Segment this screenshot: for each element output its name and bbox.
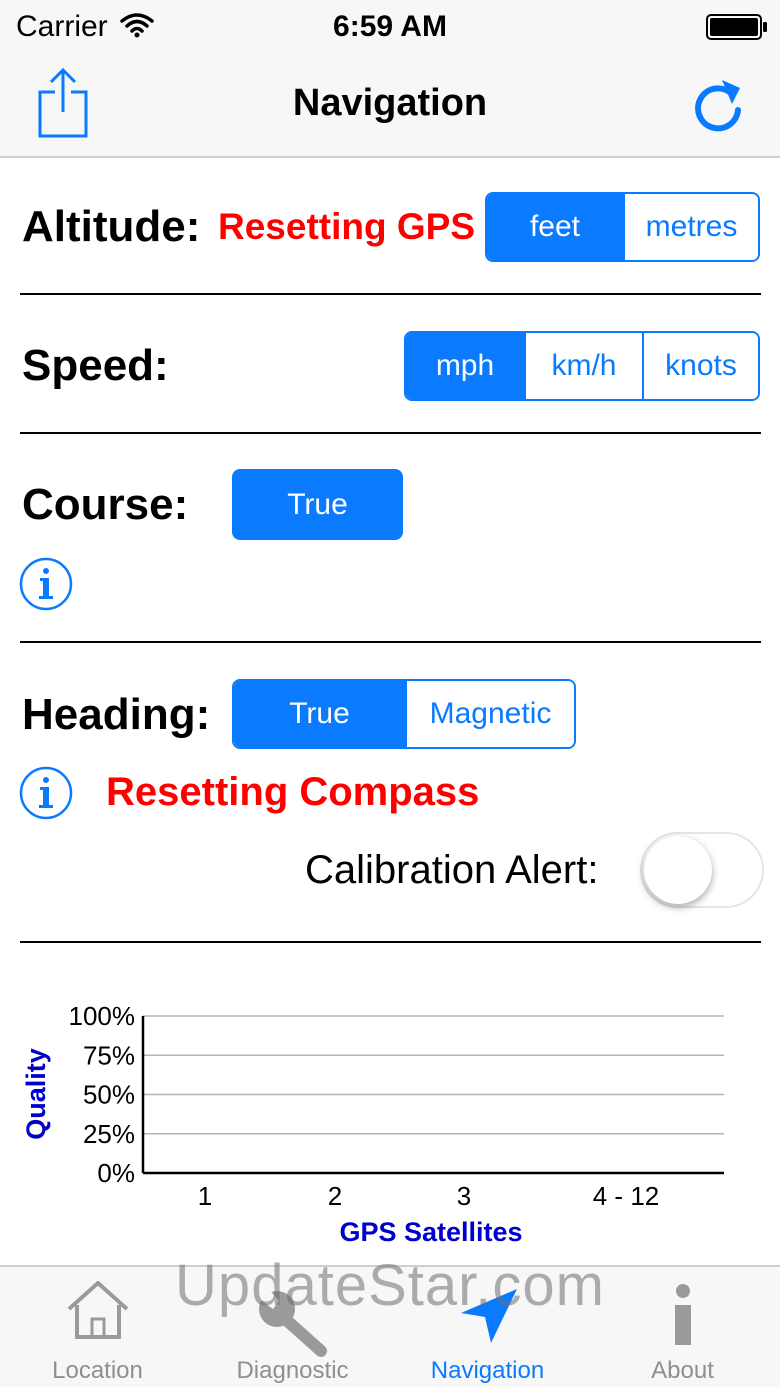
y-tick-label: 25% — [83, 1119, 135, 1149]
tab-navigation[interactable]: Navigation — [390, 1267, 585, 1387]
status-time: 6:59 AM — [333, 10, 447, 43]
y-tick-label: 75% — [83, 1040, 135, 1070]
segment-true[interactable]: True — [234, 681, 405, 747]
info-icon — [674, 1284, 691, 1345]
x-tick-label: 1 — [198, 1181, 212, 1211]
tab-label: Location — [52, 1357, 143, 1384]
altitude-unit-selector: feet metres — [485, 192, 760, 262]
status-bar: Carrier 6:59 AM — [0, 0, 780, 54]
speed-label: Speed: — [22, 341, 169, 390]
segment-feet[interactable]: feet — [487, 194, 623, 260]
satellite-quality-chart: 0% 25% 50% 75% 100% 1 2 3 4 - 12 Quality GPS Sa… — [21, 1001, 724, 1247]
x-tick-label: 3 — [457, 1181, 471, 1211]
tab-bar: Location Diagnostic Navigation About — [0, 1265, 780, 1387]
y-tick-label: 100% — [69, 1001, 136, 1031]
heading-status: Resetting Compass — [106, 770, 480, 814]
divider — [20, 941, 761, 943]
segment-metres[interactable]: metres — [622, 194, 758, 260]
navigation-bar: Navigation — [0, 54, 780, 158]
divider — [20, 641, 761, 643]
y-tick-label: 0% — [97, 1158, 135, 1188]
page-title: Navigation — [292, 82, 488, 124]
speed-unit-selector: mph km/h knots — [404, 331, 760, 401]
divider — [20, 293, 761, 295]
calibration-alert-toggle[interactable] — [640, 832, 764, 908]
refresh-icon[interactable] — [692, 74, 746, 132]
tab-diagnostic[interactable]: Diagnostic — [195, 1267, 390, 1387]
course-label: Course: — [22, 480, 189, 529]
battery-icon — [706, 14, 767, 40]
tab-label: Navigation — [430, 1357, 545, 1384]
x-tick-label: 4 - 12 — [593, 1181, 660, 1211]
y-axis-label: Quality — [21, 1048, 51, 1140]
tab-label: Diagnostic — [236, 1357, 349, 1384]
segment-mph[interactable]: mph — [406, 333, 524, 399]
segment-kmh[interactable]: km/h — [524, 333, 642, 399]
house-icon — [67, 1281, 128, 1339]
altitude-label: Altitude: — [22, 202, 201, 251]
toggle-knob — [644, 836, 712, 904]
tab-about[interactable]: About — [585, 1267, 780, 1387]
course-info-icon[interactable] — [19, 557, 73, 611]
navigation-arrow-icon — [460, 1289, 517, 1343]
tab-location[interactable]: Location — [0, 1267, 195, 1387]
tab-label: About — [651, 1357, 714, 1384]
y-tick-label: 50% — [83, 1080, 135, 1110]
segment-magnetic[interactable]: Magnetic — [404, 681, 574, 747]
calibration-alert-label: Calibration Alert: — [305, 848, 599, 892]
heading-label: Heading: — [22, 690, 211, 739]
x-tick-label: 2 — [328, 1181, 342, 1211]
heading-info-icon[interactable] — [19, 766, 73, 820]
course-true-button[interactable]: True — [232, 469, 403, 540]
heading-mode-selector: True Magnetic — [232, 679, 576, 749]
x-axis-label: GPS Satellites — [339, 1217, 522, 1247]
wrench-icon — [258, 1287, 327, 1357]
segment-knots[interactable]: knots — [642, 333, 758, 399]
divider — [20, 432, 761, 434]
altitude-status: Resetting GPS — [218, 206, 475, 247]
